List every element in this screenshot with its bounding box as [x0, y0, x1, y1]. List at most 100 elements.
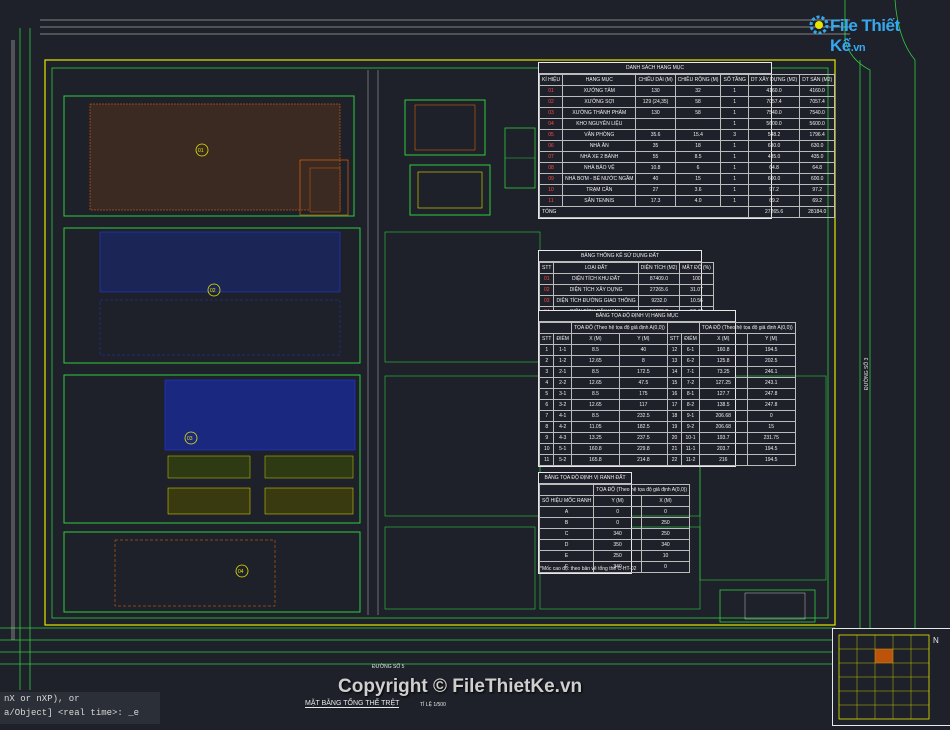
items-cell: 08 — [538, 162, 564, 174]
items-cell: 64.8 — [799, 162, 836, 174]
items-cell: 4160.0 — [799, 85, 836, 97]
land-header: DIỆN TÍCH (M2) — [637, 262, 681, 274]
site-logo[interactable]: File Thiết Kế.vn — [808, 10, 928, 55]
boundary-cell: 10 — [640, 550, 691, 562]
items-cell: 7057.4 — [799, 96, 836, 108]
items-row: 09 NHÀ BƠM - BỂ NƯỚC NGẦM 40 15 1 600.0 600.0 — [538, 173, 836, 185]
boundary-row: B 0 250 — [538, 517, 691, 529]
coords-cell: 7-2 — [681, 377, 700, 389]
table-boundary: BẢNG TỌA ĐỘ ĐỊNH VỊ RANH ĐẤT TỌA ĐỘ (The… — [538, 472, 691, 574]
block-label-03: 03 — [187, 436, 193, 442]
command-line[interactable]: nX or nXP), or a/Object] <real time>: _e — [0, 692, 160, 724]
items-cell: 8.5 — [674, 151, 722, 163]
items-cell: 6 — [674, 162, 722, 174]
coords-cell: 9-1 — [681, 410, 700, 422]
coords-cell: 8-1 — [681, 388, 700, 400]
items-total-cell: TỔNG — [539, 206, 749, 218]
coords-cell: 9 — [538, 432, 555, 444]
coords-row: 3 2-1 8.5 172.5 14 7-1 73.25 246.1 — [538, 366, 796, 378]
items-row: 01 XƯỞNG TẨM 130 32 1 4160.0 4160.0 — [538, 85, 836, 97]
items-row: 07 NHÀ XE 2 BÁNH 55 8.5 1 435.0 435.0 — [538, 151, 836, 163]
items-cell: 3.6 — [674, 184, 722, 196]
items-cell: 130 — [635, 85, 676, 97]
coords-cell: 175 — [618, 388, 668, 400]
items-cell: 17.3 — [635, 195, 676, 207]
coords-header: X (M) — [698, 333, 748, 345]
items-cell: 435.0 — [799, 151, 836, 163]
coords-row: 4 2-2 12.65 47.5 15 7-2 127.25 243.1 — [538, 377, 796, 389]
land-cell: 27265.6 — [637, 284, 681, 296]
coords-cell: 21 — [666, 443, 683, 455]
boundary-cell: 0 — [640, 561, 691, 573]
coords-cell: 4-1 — [553, 410, 572, 422]
coords-cell: 4 — [538, 377, 555, 389]
table-items-caption: DANH SÁCH HẠNG MỤC — [539, 63, 771, 74]
coords-cell: 4-2 — [553, 421, 572, 433]
coords-cell: 138.5 — [698, 399, 748, 411]
coords-header: ĐIỂM — [681, 333, 700, 345]
coords-row: 5 3-1 8.5 175 16 8-1 127.7 247.8 — [538, 388, 796, 400]
coords-group-right: TỌA ĐỘ (Theo hệ tọa độ giả định A(0,0)) — [698, 322, 796, 334]
coords-cell: 214.8 — [618, 454, 668, 466]
coords-cell: 231.75 — [746, 432, 796, 444]
coords-cell: 216 — [698, 454, 748, 466]
coords-cell: 47.5 — [618, 377, 668, 389]
items-cell: NHÀ ĂN — [562, 140, 637, 152]
boundary-header: SỐ HIỆU MỐC RANH — [538, 495, 595, 507]
logo-suffix: .vn — [850, 42, 866, 54]
boundary-cell: E — [538, 550, 595, 562]
land-header: STT — [538, 262, 555, 274]
boundary-cell: 340 — [640, 539, 691, 551]
coords-cell: 12.65 — [570, 377, 620, 389]
items-cell: 11 — [538, 195, 564, 207]
items-cell: 32 — [674, 85, 722, 97]
key-plan[interactable]: N — [832, 628, 950, 726]
coords-cell: 7 — [538, 410, 555, 422]
coords-cell: 160.8 — [698, 344, 748, 356]
coords-cell: 5-2 — [553, 454, 572, 466]
building-04[interactable] — [63, 531, 361, 613]
coords-cell: 165.8 — [570, 454, 620, 466]
canteen-building[interactable] — [409, 164, 491, 216]
items-cell: 10.8 — [635, 162, 676, 174]
coords-cell: 6-2 — [681, 355, 700, 367]
boundary-cell: 0 — [593, 517, 642, 529]
table-coords-caption: BẢNG TỌA ĐỘ ĐỊNH VỊ HẠNG MỤC — [539, 311, 735, 322]
coords-row: 8 4-2 11.05 182.5 19 9-2 206.68 15 — [538, 421, 796, 433]
coords-cell: 182.5 — [618, 421, 668, 433]
coords-row: 9 4-3 13.25 237.5 20 10-1 193.7 231.75 — [538, 432, 796, 444]
items-cell: 4.0 — [674, 195, 722, 207]
coords-cell: 12.65 — [570, 355, 620, 367]
items-row: 10 TRẠM CÂN 27 3.6 1 97.2 97.2 — [538, 184, 836, 196]
coords-cell: 16 — [666, 388, 683, 400]
coords-cell: 11-2 — [681, 454, 700, 466]
coords-cell: 5-1 — [553, 443, 572, 455]
items-row: 06 NHÀ ĂN 35 18 1 630.0 630.0 — [538, 140, 836, 152]
svg-text:N: N — [933, 636, 939, 645]
office-building[interactable] — [404, 99, 486, 156]
boundary-cell: 250 — [593, 550, 642, 562]
land-cell: 02 — [538, 284, 555, 296]
land-cell: DIỆN TÍCH ĐƯỜNG GIAO THÔNG — [553, 295, 639, 307]
coords-cell: 206.68 — [698, 421, 748, 433]
guard-house[interactable] — [719, 589, 816, 623]
land-header: MẬT ĐỘ (%) — [679, 262, 714, 274]
coords-cell: 243.1 — [746, 377, 796, 389]
command-line-prompt[interactable]: a/Object] <real time>: _e — [0, 706, 160, 720]
items-cell: 03 — [538, 107, 564, 119]
coords-cell: 13.25 — [570, 432, 620, 444]
coords-cell: 14 — [666, 366, 683, 378]
coords-cell: 15 — [666, 377, 683, 389]
items-header: DT XÂY DỰNG (M2) — [747, 74, 801, 86]
tennis-court[interactable] — [504, 127, 536, 189]
coords-cell: 19 — [666, 421, 683, 433]
land-cell: 87409.0 — [637, 273, 681, 285]
items-cell: 3 — [720, 129, 749, 141]
items-row: 02 XƯỞNG SỢI 129 (24,35) 58 1 7057.4 7057.4 — [538, 96, 836, 108]
boundary-cell: D — [538, 539, 595, 551]
items-cell: NHÀ BƠM - BỂ NƯỚC NGẦM — [562, 173, 637, 185]
building-03[interactable] — [63, 374, 361, 524]
coords-cell: 40 — [618, 344, 668, 356]
land-row: 03 DIỆN TÍCH ĐƯỜNG GIAO THÔNG 9232.0 10.56 — [538, 295, 714, 307]
coords-cell: 8.5 — [570, 410, 620, 422]
